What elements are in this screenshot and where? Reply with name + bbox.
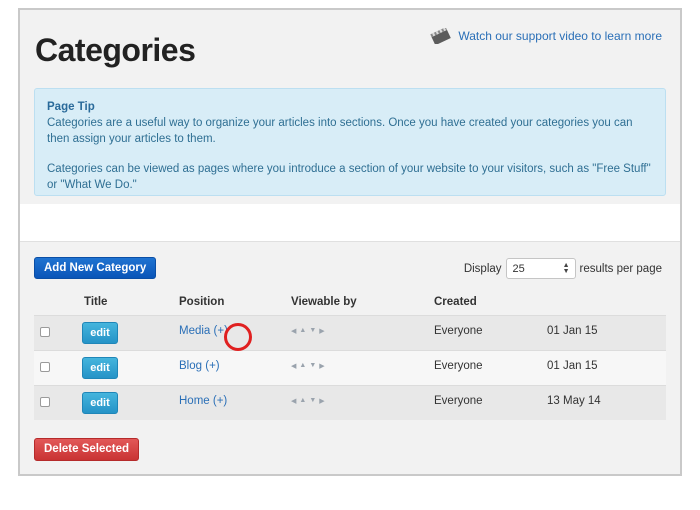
- divider-strip: [20, 204, 680, 241]
- arrow-up-icon[interactable]: ▲: [299, 327, 306, 335]
- column-header-created: Created: [434, 296, 477, 308]
- category-title-link[interactable]: Blog (+): [179, 360, 220, 372]
- results-per-page-select[interactable]: 25 ▲ ▼: [505, 258, 576, 279]
- display-label: Display: [463, 262, 502, 275]
- page-tip-box: Page Tip Categories are a useful way to …: [34, 88, 666, 196]
- edit-button[interactable]: edit: [82, 357, 118, 379]
- page-title: Categories: [35, 32, 196, 68]
- arrow-right-icon[interactable]: ▶: [319, 327, 324, 335]
- created-date: 01 Jan 15: [547, 360, 598, 372]
- page-tip-paragraph-2: Categories can be viewed as pages where …: [47, 163, 651, 191]
- viewable-by: Everyone: [434, 360, 483, 372]
- category-title-link[interactable]: Media (+): [179, 325, 228, 337]
- delete-selected-button[interactable]: Delete Selected: [34, 438, 140, 461]
- category-title-link[interactable]: Home (+): [179, 395, 227, 407]
- column-header-title: Title: [84, 296, 108, 308]
- viewable-by: Everyone: [434, 395, 483, 407]
- arrow-left-icon[interactable]: ◀: [291, 397, 296, 405]
- edit-button[interactable]: edit: [82, 322, 118, 344]
- arrow-right-icon[interactable]: ▶: [319, 362, 324, 370]
- column-header-position: Position: [179, 296, 225, 308]
- table-header: Title Position Viewable by Created: [34, 289, 542, 315]
- add-category-button[interactable]: Add New Category: [34, 257, 157, 279]
- row-checkbox[interactable]: [40, 362, 50, 372]
- support-link-text: Watch our support video to learn more: [458, 29, 662, 43]
- arrow-left-icon[interactable]: ◀: [291, 362, 296, 370]
- video-clapper-icon: [430, 28, 452, 44]
- content-frame: Categories Watch our support video to le…: [18, 8, 682, 476]
- arrow-down-icon[interactable]: ▼: [309, 327, 316, 335]
- edit-button[interactable]: edit: [82, 392, 118, 414]
- viewable-by: Everyone: [434, 325, 483, 337]
- created-date: 13 May 14: [547, 395, 601, 407]
- page-tip-title: Page Tip: [47, 101, 95, 113]
- position-controls: ◀ ▲ ▼ ▶: [291, 327, 325, 335]
- category-name[interactable]: Home: [179, 395, 210, 407]
- category-name[interactable]: Media: [179, 325, 210, 337]
- arrow-left-icon[interactable]: ◀: [291, 327, 296, 335]
- arrow-down-icon[interactable]: ▼: [309, 397, 316, 405]
- table-row: edit Media (+) ◀ ▲ ▼ ▶ Everyone 01 Jan 1…: [34, 315, 666, 350]
- row-checkbox[interactable]: [40, 397, 50, 407]
- add-subcategory-link[interactable]: (+): [205, 360, 219, 372]
- arrow-right-icon[interactable]: ▶: [319, 397, 324, 405]
- table-row: edit Home (+) ◀ ▲ ▼ ▶ Everyone 13 May 14: [34, 385, 666, 420]
- category-name[interactable]: Blog: [179, 360, 202, 372]
- results-per-page-value: 25: [512, 262, 525, 275]
- page-tip-paragraph-1: Categories are a useful way to organize …: [47, 117, 633, 145]
- highlight-circle-annotation: [224, 323, 252, 351]
- results-label: results per page: [579, 262, 662, 275]
- row-checkbox[interactable]: [40, 327, 50, 337]
- position-controls: ◀ ▲ ▼ ▶: [291, 397, 325, 405]
- arrow-down-icon[interactable]: ▼: [309, 362, 316, 370]
- add-subcategory-link[interactable]: (+): [213, 395, 227, 407]
- display-control: Display 25 ▲ ▼ results per page: [464, 258, 662, 279]
- column-header-viewable: Viewable by: [291, 296, 357, 308]
- created-date: 01 Jan 15: [547, 325, 598, 337]
- position-controls: ◀ ▲ ▼ ▶: [291, 362, 325, 370]
- support-video-link[interactable]: Watch our support video to learn more: [430, 28, 662, 44]
- arrow-up-icon[interactable]: ▲: [299, 397, 306, 405]
- arrow-up-icon[interactable]: ▲: [299, 362, 306, 370]
- table-row: edit Blog (+) ◀ ▲ ▼ ▶ Everyone 01 Jan 15: [34, 350, 666, 385]
- select-arrows-icon: ▲ ▼: [562, 261, 570, 275]
